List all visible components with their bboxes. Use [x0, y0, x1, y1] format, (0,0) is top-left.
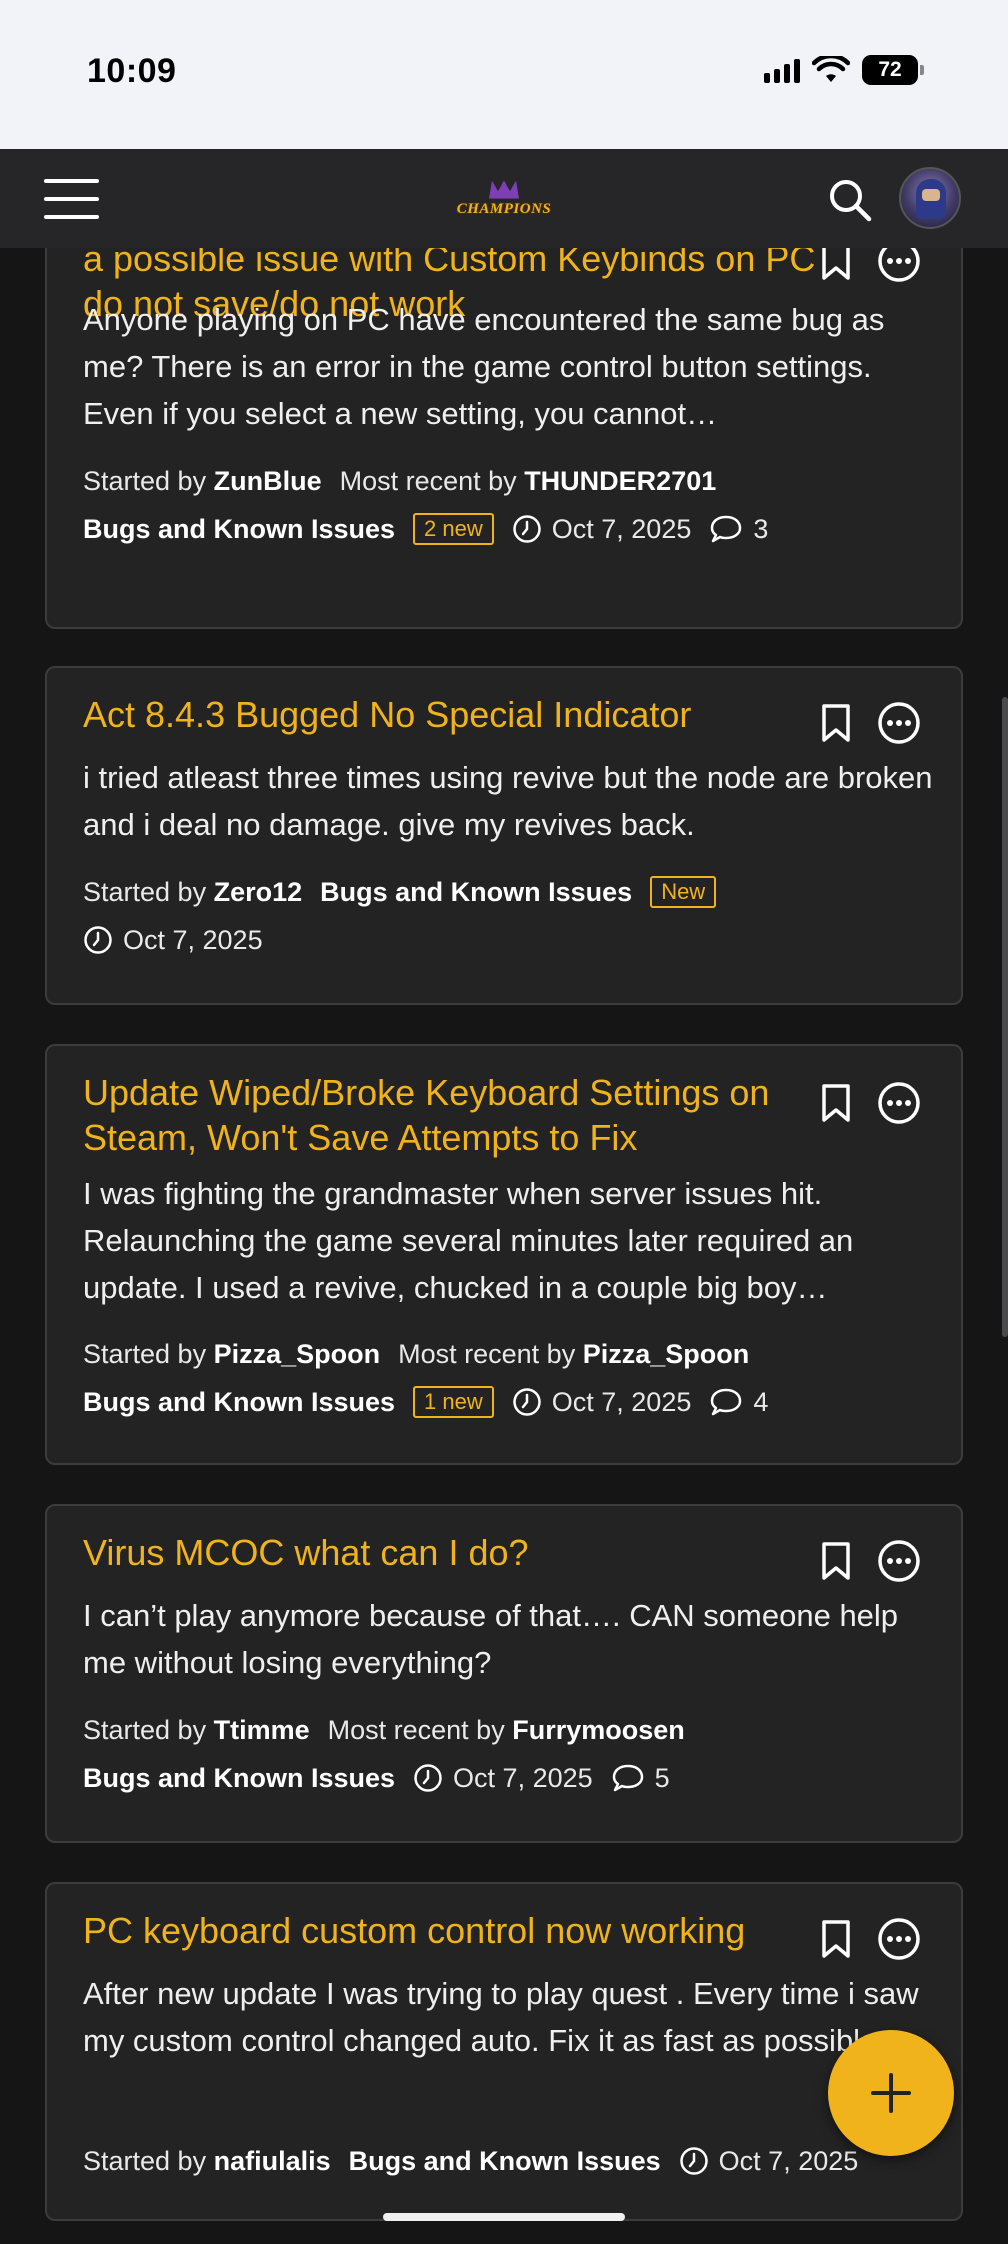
category-link[interactable]: Bugs and Known Issues	[349, 2137, 661, 2185]
discussion-excerpt: i tried atleast three times using revive…	[83, 760, 933, 842]
avatar[interactable]	[899, 167, 961, 229]
most-recent-by: Most recent by Pizza_Spoon	[398, 1339, 750, 1369]
discussion-meta: Started by Pizza_Spoon Most recent by Pi…	[83, 1330, 943, 1426]
new-badge: New	[650, 876, 717, 908]
bookmark-icon[interactable]	[819, 703, 853, 743]
discussion-excerpt: After new update I was trying to play qu…	[83, 1976, 919, 2058]
category-link[interactable]: Bugs and Known Issues	[320, 868, 632, 916]
clock-icon	[84, 926, 112, 954]
status-time: 10:09	[87, 52, 177, 90]
new-discussion-button[interactable]	[828, 2030, 954, 2156]
started-by: Started by Zero12	[83, 877, 303, 907]
bookmark-icon[interactable]	[819, 1541, 853, 1581]
menu-icon[interactable]	[44, 179, 99, 219]
date-stat: Oct 7, 2025	[512, 1378, 691, 1426]
clock-icon	[513, 1388, 541, 1416]
discussion-card[interactable]: Update Wiped/Broke Keyboard Settings on …	[45, 1044, 963, 1465]
comment-icon	[711, 1388, 742, 1416]
discussion-meta: Started by Ttimme Most recent by Furrymo…	[83, 1706, 943, 1802]
comment-icon	[711, 515, 742, 543]
date-stat: Oct 7, 2025	[512, 505, 691, 553]
comment-stat: 5	[611, 1754, 670, 1802]
discussion-card[interactable]: a possible issue with Custom Keybinds on…	[45, 248, 963, 629]
more-options-icon[interactable]	[877, 1081, 921, 1125]
search-icon[interactable]	[826, 176, 874, 224]
wifi-icon	[812, 56, 850, 82]
category-link[interactable]: Bugs and Known Issues	[83, 505, 395, 553]
discussion-title[interactable]: PC keyboard custom control now working	[83, 1908, 843, 1953]
more-options-icon[interactable]	[877, 1917, 921, 1961]
cellular-signal-icon	[764, 57, 800, 83]
author-link[interactable]: Ttimme	[214, 1715, 310, 1745]
more-options-icon[interactable]	[877, 701, 921, 745]
date-stat: Oct 7, 2025	[413, 1754, 593, 1802]
clock-icon	[414, 1764, 442, 1792]
clock-icon	[679, 2147, 708, 2175]
author-link[interactable]: nafiulalis	[214, 2146, 331, 2176]
comment-stat: 3	[709, 505, 768, 553]
new-badge: 1 new	[413, 1386, 494, 1418]
comment-icon	[612, 1764, 643, 1792]
more-options-icon[interactable]	[877, 1539, 921, 1583]
discussion-card[interactable]: Virus MCOC what can I do? I can’t play a…	[45, 1504, 963, 1843]
discussion-excerpt: I can’t play anymore because of that…. C…	[83, 1598, 899, 1680]
category-link[interactable]: Bugs and Known Issues	[83, 1378, 395, 1426]
discussion-title[interactable]: Update Wiped/Broke Keyboard Settings on …	[83, 1070, 843, 1160]
started-by: Started by Ttimme	[83, 1715, 310, 1745]
more-options-icon[interactable]	[877, 248, 921, 283]
discussion-title[interactable]: Virus MCOC what can I do?	[83, 1530, 843, 1575]
author-link[interactable]: ZunBlue	[214, 466, 322, 496]
logo-text: CHAMPIONS	[456, 200, 552, 217]
author-link[interactable]: Pizza_Spoon	[214, 1339, 381, 1369]
discussion-title[interactable]: Act 8.4.3 Bugged No Special Indicator	[83, 692, 843, 737]
discussion-meta: Started by ZunBlue Most recent by THUNDE…	[83, 457, 943, 553]
started-by: Started by Pizza_Spoon	[83, 1339, 381, 1369]
started-by: Started by ZunBlue	[83, 466, 322, 496]
most-recent-by: Most recent by Furrymoosen	[327, 1715, 685, 1745]
category-link[interactable]: Bugs and Known Issues	[83, 1754, 395, 1802]
clock-icon	[513, 515, 541, 543]
site-logo[interactable]: CHAMPIONS	[457, 171, 551, 227]
bookmark-icon[interactable]	[819, 1083, 853, 1123]
started-by: Started by nafiulalis	[83, 2146, 331, 2176]
scrollbar[interactable]	[1002, 697, 1008, 1337]
recent-author-link[interactable]: THUNDER2701	[524, 466, 716, 496]
discussion-list: a possible issue with Custom Keybinds on…	[0, 248, 1008, 2244]
new-badge: 2 new	[413, 513, 494, 545]
date-stat: Oct 7, 2025	[83, 916, 263, 964]
status-icons: 72	[764, 55, 924, 85]
battery-icon: 72	[862, 55, 924, 85]
bookmark-icon[interactable]	[819, 248, 853, 281]
plus-icon	[871, 2073, 911, 2113]
date-stat: Oct 7, 2025	[679, 2137, 858, 2185]
home-indicator[interactable]	[383, 2213, 625, 2221]
discussion-card[interactable]: Act 8.4.3 Bugged No Special Indicator i …	[45, 666, 963, 1005]
most-recent-by: Most recent by THUNDER2701	[339, 466, 717, 496]
discussion-excerpt: I was fighting the grandmaster when serv…	[83, 1176, 854, 1305]
status-bar: 10:09 72	[0, 0, 1008, 149]
discussion-excerpt: Anyone playing on PC have encountered th…	[83, 302, 885, 431]
discussion-card[interactable]: PC keyboard custom control now working A…	[45, 1882, 963, 2221]
discussion-meta: Started by nafiulalis Bugs and Known Iss…	[83, 2137, 943, 2185]
bookmark-icon[interactable]	[819, 1919, 853, 1959]
recent-author-link[interactable]: Furrymoosen	[512, 1715, 685, 1745]
comment-stat: 4	[709, 1378, 768, 1426]
recent-author-link[interactable]: Pizza_Spoon	[583, 1339, 750, 1369]
app-header: CHAMPIONS	[0, 149, 1008, 248]
author-link[interactable]: Zero12	[214, 877, 303, 907]
logo-crown-icon	[489, 180, 519, 199]
discussion-meta: Started by Zero12 Bugs and Known Issues …	[83, 868, 943, 964]
